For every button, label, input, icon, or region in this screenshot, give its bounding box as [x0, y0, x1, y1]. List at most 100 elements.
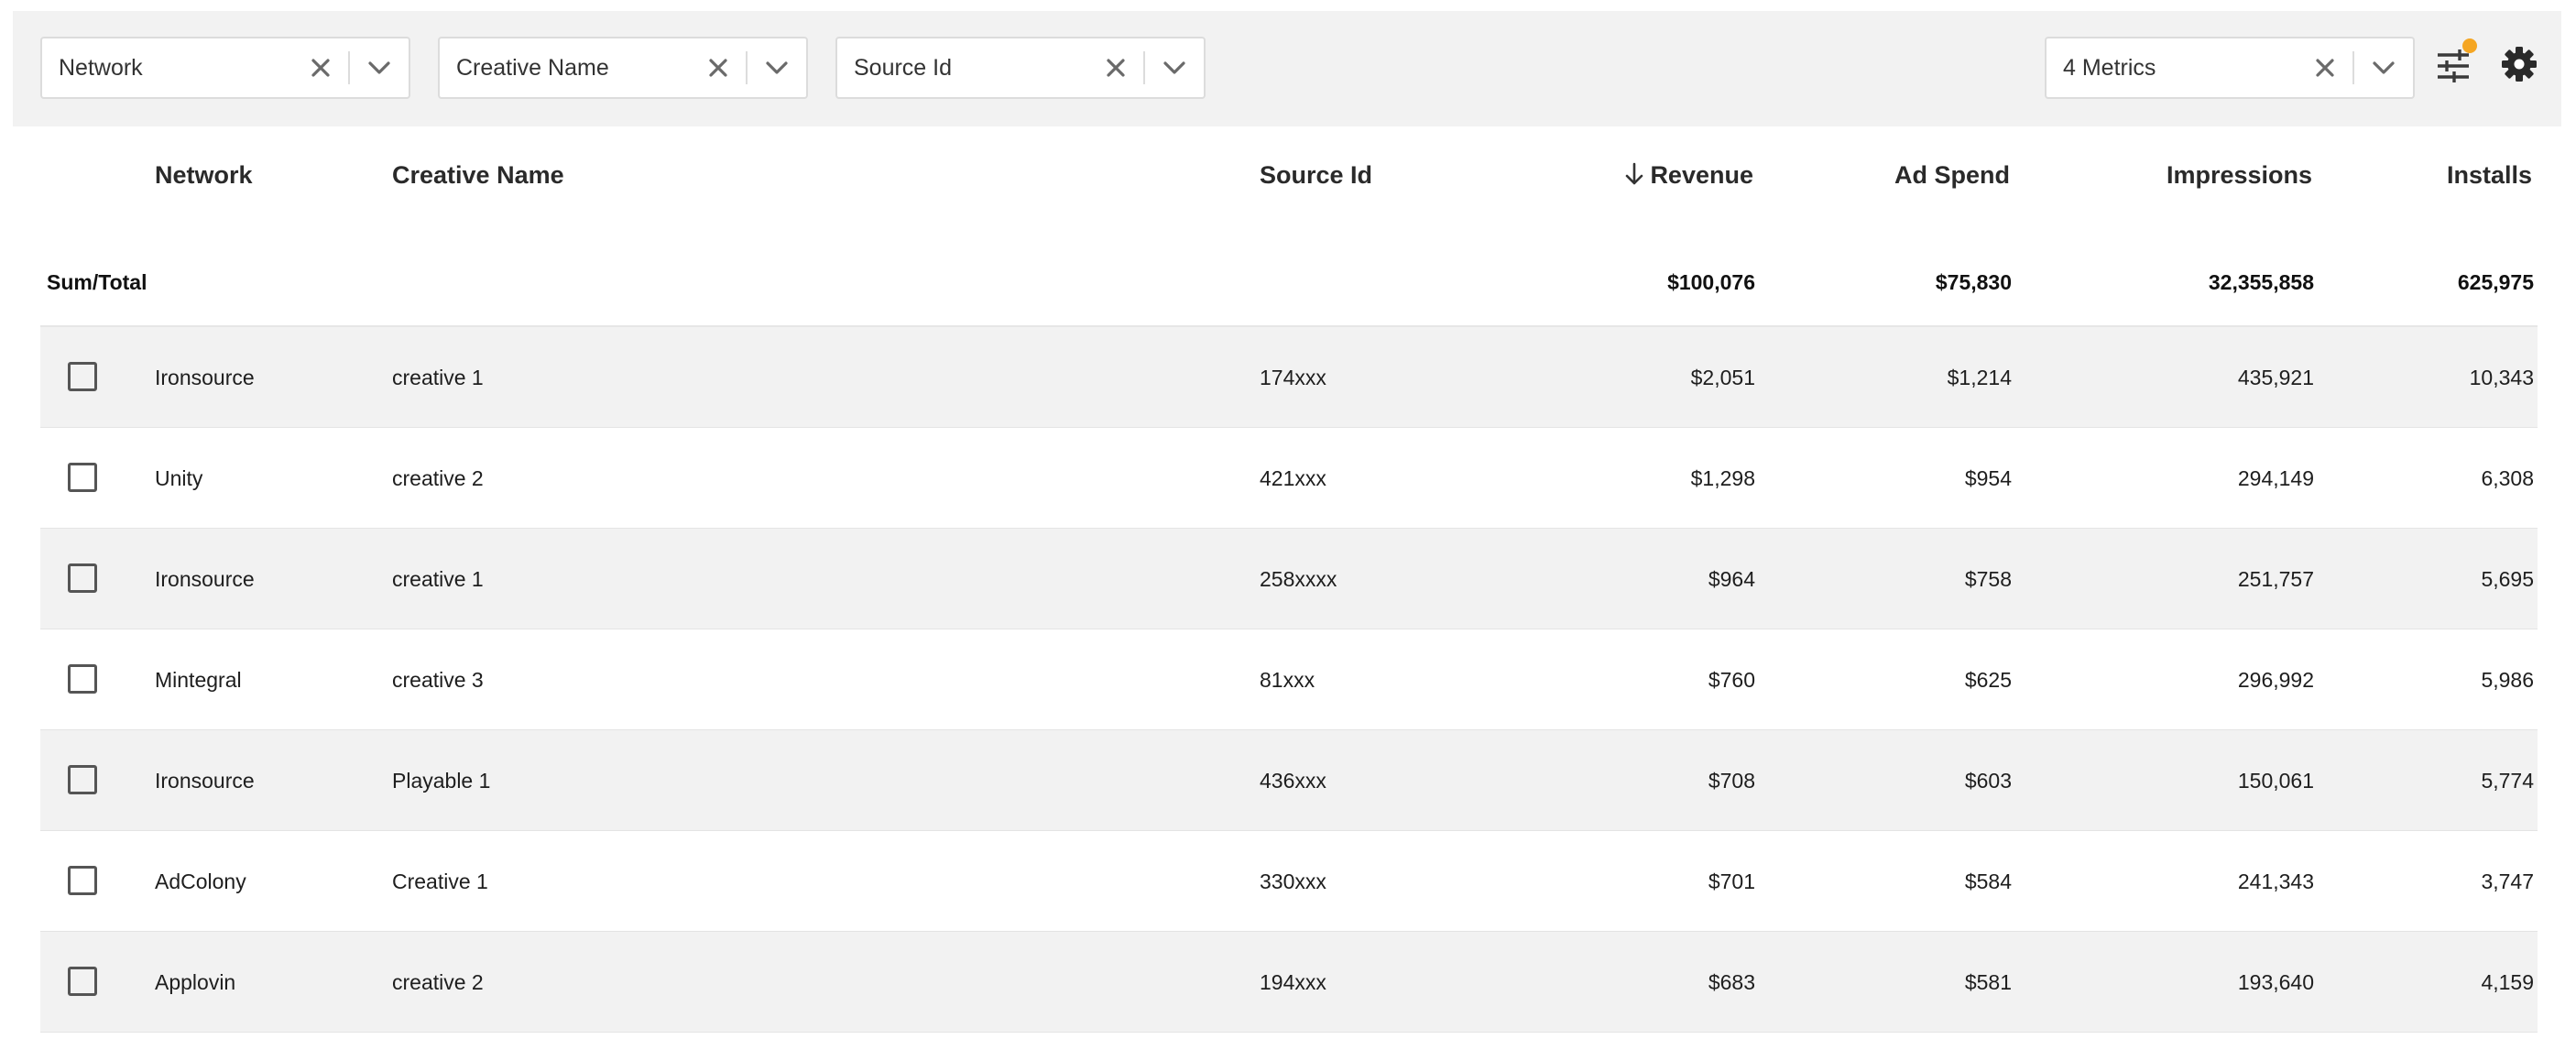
column-header-revenue[interactable]: Revenue	[1624, 161, 1753, 190]
cell-creative-name: creative 3	[392, 668, 484, 692]
source-id-filter-dropdown[interactable]: Source Id	[835, 37, 1206, 99]
cell-ad-spend: $625	[1964, 668, 2012, 692]
cell-revenue: $683	[1708, 970, 1755, 994]
cell-ad-spend: $954	[1964, 466, 2012, 490]
total-revenue: $100,076	[1667, 270, 1755, 294]
cell-creative-name: creative 2	[392, 466, 484, 490]
chevron-down-icon[interactable]	[1162, 59, 1187, 77]
row-checkbox[interactable]	[68, 463, 97, 492]
arrow-down-icon[interactable]	[1624, 162, 1644, 186]
cell-network: AdColony	[155, 870, 246, 893]
row-checkbox[interactable]	[68, 664, 97, 694]
column-header-network[interactable]: Network	[155, 161, 253, 190]
table-row[interactable]: Applovin creative 2 194xxx $683 $581 193…	[40, 932, 2538, 1033]
cell-source-id: 194xxx	[1260, 970, 1326, 994]
total-impressions: 32,355,858	[2208, 270, 2314, 294]
cell-installs: 6,308	[2481, 466, 2534, 490]
dropdown-separator	[348, 51, 350, 84]
table-body: Ironsource creative 1 174xxx $2,051 $1,2…	[40, 327, 2538, 1033]
table-row[interactable]: Ironsource creative 1 174xxx $2,051 $1,2…	[40, 327, 2538, 428]
total-installs: 625,975	[2457, 270, 2534, 294]
cell-source-id: 330xxx	[1260, 870, 1326, 893]
chevron-down-icon[interactable]	[366, 59, 392, 77]
close-icon[interactable]	[2314, 57, 2336, 79]
cell-installs: 5,695	[2481, 567, 2534, 591]
row-checkbox[interactable]	[68, 866, 97, 895]
table-row[interactable]: Ironsource creative 1 258xxxx $964 $758 …	[40, 529, 2538, 629]
dropdown-label: Creative Name	[456, 55, 609, 81]
cell-impressions: 435,921	[2237, 366, 2314, 389]
cell-impressions: 296,992	[2237, 668, 2314, 692]
chevron-down-icon[interactable]	[2371, 59, 2396, 77]
dropdown-separator	[1143, 51, 1145, 84]
cell-creative-name: Creative 1	[392, 870, 488, 893]
row-checkbox[interactable]	[68, 967, 97, 996]
cell-ad-spend: $1,214	[1947, 366, 2012, 389]
cell-impressions: 251,757	[2237, 567, 2314, 591]
cell-source-id: 258xxxx	[1260, 567, 1337, 591]
cell-ad-spend: $603	[1964, 769, 2012, 793]
metrics-dropdown[interactable]: 4 Metrics	[2045, 37, 2415, 99]
gear-icon[interactable]	[2501, 46, 2538, 82]
cell-revenue: $760	[1708, 668, 1755, 692]
notification-dot	[2462, 38, 2477, 53]
chevron-down-icon[interactable]	[764, 59, 790, 77]
totals-row: Sum/Total $100,076 $75,830 32,355,858 62…	[40, 238, 2538, 326]
column-header-source-id[interactable]: Source Id	[1260, 161, 1372, 190]
cell-impressions: 193,640	[2237, 970, 2314, 994]
cell-source-id: 174xxx	[1260, 366, 1326, 389]
cell-revenue: $701	[1708, 870, 1755, 893]
table-row[interactable]: Ironsource Playable 1 436xxx $708 $603 1…	[40, 730, 2538, 831]
column-header-ad-spend[interactable]: Ad Spend	[1894, 161, 2010, 190]
totals-label: Sum/Total	[47, 270, 147, 294]
cell-impressions: 150,061	[2237, 769, 2314, 793]
column-header-label: Revenue	[1650, 161, 1753, 189]
cell-network: Unity	[155, 466, 203, 490]
cell-network: Ironsource	[155, 567, 255, 591]
filter-toolbar: Network Creative Name Source Id 4 Metric…	[13, 11, 2561, 126]
dropdown-separator	[2352, 51, 2354, 84]
network-filter-dropdown[interactable]: Network	[40, 37, 410, 99]
dropdown-label: Source Id	[854, 55, 953, 81]
cell-network: Mintegral	[155, 668, 242, 692]
cell-installs: 3,747	[2481, 870, 2534, 893]
cell-impressions: 294,149	[2237, 466, 2314, 490]
row-checkbox[interactable]	[68, 563, 97, 593]
cell-revenue: $964	[1708, 567, 1755, 591]
cell-installs: 10,343	[2469, 366, 2534, 389]
cell-creative-name: creative 2	[392, 970, 484, 994]
column-header-creative-name[interactable]: Creative Name	[392, 161, 564, 190]
total-ad-spend: $75,830	[1935, 270, 2012, 294]
cell-creative-name: creative 1	[392, 366, 484, 389]
cell-creative-name: creative 1	[392, 567, 484, 591]
cell-revenue: $2,051	[1690, 366, 1755, 389]
column-header-impressions[interactable]: Impressions	[2167, 161, 2312, 190]
tune-icon[interactable]	[2435, 48, 2472, 84]
table-row[interactable]: AdColony Creative 1 330xxx $701 $584 241…	[40, 831, 2538, 932]
creative-name-filter-dropdown[interactable]: Creative Name	[438, 37, 808, 99]
dropdown-separator	[746, 51, 748, 84]
cell-network: Applovin	[155, 970, 236, 994]
row-checkbox[interactable]	[68, 765, 97, 794]
cell-ad-spend: $584	[1964, 870, 2012, 893]
cell-impressions: 241,343	[2237, 870, 2314, 893]
cell-installs: 5,774	[2481, 769, 2534, 793]
close-icon[interactable]	[310, 57, 332, 79]
cell-creative-name: Playable 1	[392, 769, 491, 793]
cell-installs: 4,159	[2481, 970, 2534, 994]
table-row[interactable]: Mintegral creative 3 81xxx $760 $625 296…	[40, 629, 2538, 730]
cell-installs: 5,986	[2481, 668, 2534, 692]
close-icon[interactable]	[707, 57, 729, 79]
cell-network: Ironsource	[155, 769, 255, 793]
close-icon[interactable]	[1105, 57, 1127, 79]
column-header-installs[interactable]: Installs	[2447, 161, 2532, 190]
cell-ad-spend: $758	[1964, 567, 2012, 591]
table-row[interactable]: Unity creative 2 421xxx $1,298 $954 294,…	[40, 428, 2538, 529]
row-checkbox[interactable]	[68, 362, 97, 391]
cell-source-id: 81xxx	[1260, 668, 1315, 692]
dropdown-label: Network	[59, 55, 143, 81]
cell-source-id: 421xxx	[1260, 466, 1326, 490]
cell-revenue: $708	[1708, 769, 1755, 793]
dropdown-label: 4 Metrics	[2063, 55, 2156, 81]
cell-source-id: 436xxx	[1260, 769, 1326, 793]
